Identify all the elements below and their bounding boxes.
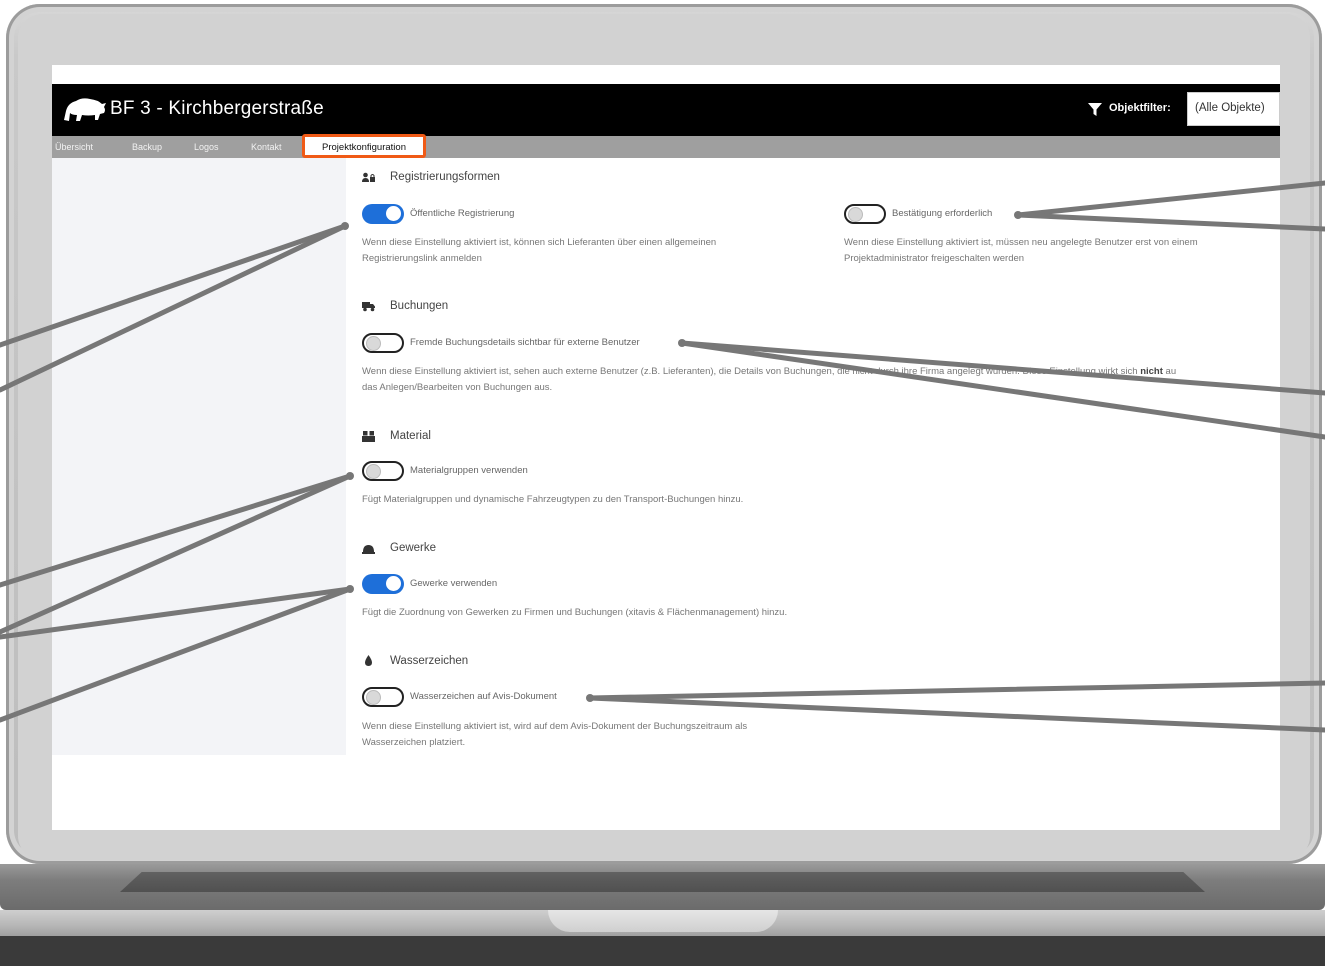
toggle-label-foreign-booking-details: Fremde Buchungsdetails sichtbar für exte… [410,337,640,348]
toggle-knob [386,576,401,591]
description-confirmation-1: Wenn diese Einstellung aktiviert ist, mü… [844,237,1198,248]
laptop-bottom [0,936,1325,966]
description-watermark-2: Wasserzeichen platziert. [362,737,466,748]
description-bold: nicht [1140,366,1163,377]
description-foreign-booking-1: Wenn diese Einstellung aktiviert ist, se… [362,364,1176,379]
toggle-label-confirmation-required: Bestätigung erforderlich [892,208,993,219]
description-public-registration-2: Registrierungslink anmelden [362,253,482,264]
toggle-material-groups[interactable] [362,461,404,481]
description-confirmation-2: Projektadministrator freigeschalten werd… [844,253,1025,264]
laptop-keyboard-edge [120,872,1205,892]
section-title-buchungen: Buchungen [390,300,449,312]
description-watermark-1: Wenn diese Einstellung aktiviert ist, wi… [362,721,748,732]
description-public-registration-1: Wenn diese Einstellung aktiviert ist, kö… [362,237,717,248]
hard-hat-icon [362,545,375,554]
users-lock-icon [362,172,375,182]
toggle-watermark[interactable] [362,687,404,707]
section-title-material: Material [390,430,431,442]
toggle-knob [366,689,381,705]
toggle-knob [366,463,381,479]
section-title-registrierung: Registrierungsformen [390,171,500,183]
section-title-gewerke: Gewerke [390,542,437,554]
description-text: Wenn diese Einstellung aktiviert ist, se… [362,366,1138,377]
truck-icon [362,302,375,312]
toggle-gewerke[interactable] [362,574,404,594]
description-text-end: au [1165,366,1177,377]
toggle-label-public-registration: Öffentliche Registrierung [410,208,515,219]
toggle-foreign-booking-details[interactable] [362,333,404,353]
description-foreign-booking-2: das Anlegen/Bearbeiten von Buchungen aus… [362,382,553,393]
toggle-knob [386,206,401,221]
boxes-icon [362,431,375,442]
toggle-knob [366,335,381,351]
toggle-knob [848,206,863,222]
description-gewerke: Fügt die Zuordnung von Gewerken zu Firme… [362,607,788,618]
laptop-notch [548,910,778,932]
toggle-confirmation-required[interactable] [844,204,886,224]
laptop-base [0,864,1325,966]
toggle-public-registration[interactable] [362,204,404,224]
description-material-groups: Fügt Materialgruppen und dynamische Fahr… [362,494,744,505]
toggle-label-watermark: Wasserzeichen auf Avis-Dokument [410,691,557,702]
toggle-label-gewerke: Gewerke verwenden [410,578,498,589]
toggle-label-material-groups: Materialgruppen verwenden [410,465,528,476]
droplet-icon [365,655,372,666]
config-content: Registrierungsformen Öffentliche Registr… [52,65,1280,830]
laptop-mockup: BF 3 - Kirchbergerstraße Objektfilter: (… [0,0,1325,966]
app-screen: BF 3 - Kirchbergerstraße Objektfilter: (… [52,65,1280,830]
section-title-wasserzeichen: Wasserzeichen [390,655,469,667]
